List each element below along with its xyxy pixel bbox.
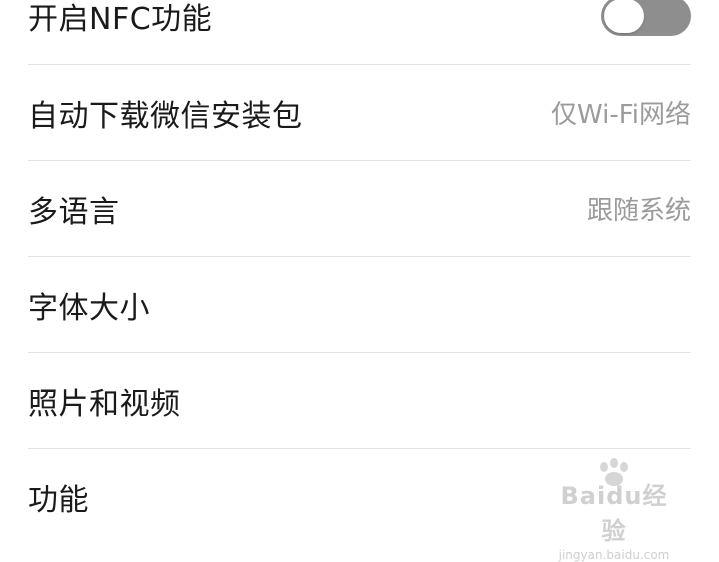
language-value: 跟随系统 [586,196,691,226]
settings-row-photos-videos[interactable]: 照片和视频 [28,352,691,448]
auto-download-value: 仅Wi-Fi网络 [550,100,691,130]
nfc-label: 开启NFC功能 [28,2,213,37]
photos-videos-label: 照片和视频 [28,386,181,422]
settings-list: 开启NFC功能 自动下载微信安装包 仅Wi-Fi网络 多语言 跟随系统 字体大小… [0,0,719,544]
font-size-label: 字体大小 [28,290,150,326]
nfc-toggle[interactable] [601,0,691,36]
language-label: 多语言 [28,194,120,230]
settings-row-language[interactable]: 多语言 跟随系统 [28,160,691,256]
settings-row-auto-download[interactable]: 自动下载微信安装包 仅Wi-Fi网络 [28,64,691,160]
settings-row-nfc[interactable]: 开启NFC功能 [28,0,691,64]
features-label: 功能 [28,482,89,518]
watermark-url: jingyan.baidu.com [558,548,670,562]
toggle-knob [604,0,644,33]
settings-row-features[interactable]: 功能 [28,448,691,544]
auto-download-label: 自动下载微信安装包 [28,98,303,134]
settings-row-font-size[interactable]: 字体大小 [28,256,691,352]
